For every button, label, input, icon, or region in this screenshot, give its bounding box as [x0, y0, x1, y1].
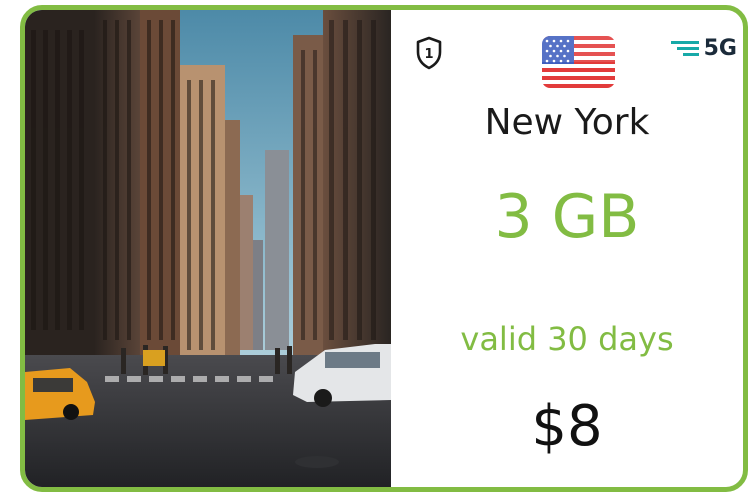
plan-info-panel: 1 5G New York 3 GB valid 30 days $8 [391, 10, 743, 487]
validity-period: valid 30 days [460, 320, 674, 358]
signal-speed-icon [670, 40, 699, 56]
city-photo [25, 10, 391, 487]
city-name: New York [484, 102, 650, 143]
badge-number: 1 [424, 47, 433, 62]
network-indicator: 5G [670, 36, 737, 61]
data-amount: 3 GB [494, 182, 640, 252]
shield-icon: 1 [415, 36, 443, 70]
us-flag-icon [542, 36, 615, 88]
price: $8 [531, 394, 603, 459]
esim-plan-card[interactable]: 1 5G New York 3 GB valid 30 days $8 [20, 5, 748, 492]
network-type-label: 5G [703, 36, 737, 61]
